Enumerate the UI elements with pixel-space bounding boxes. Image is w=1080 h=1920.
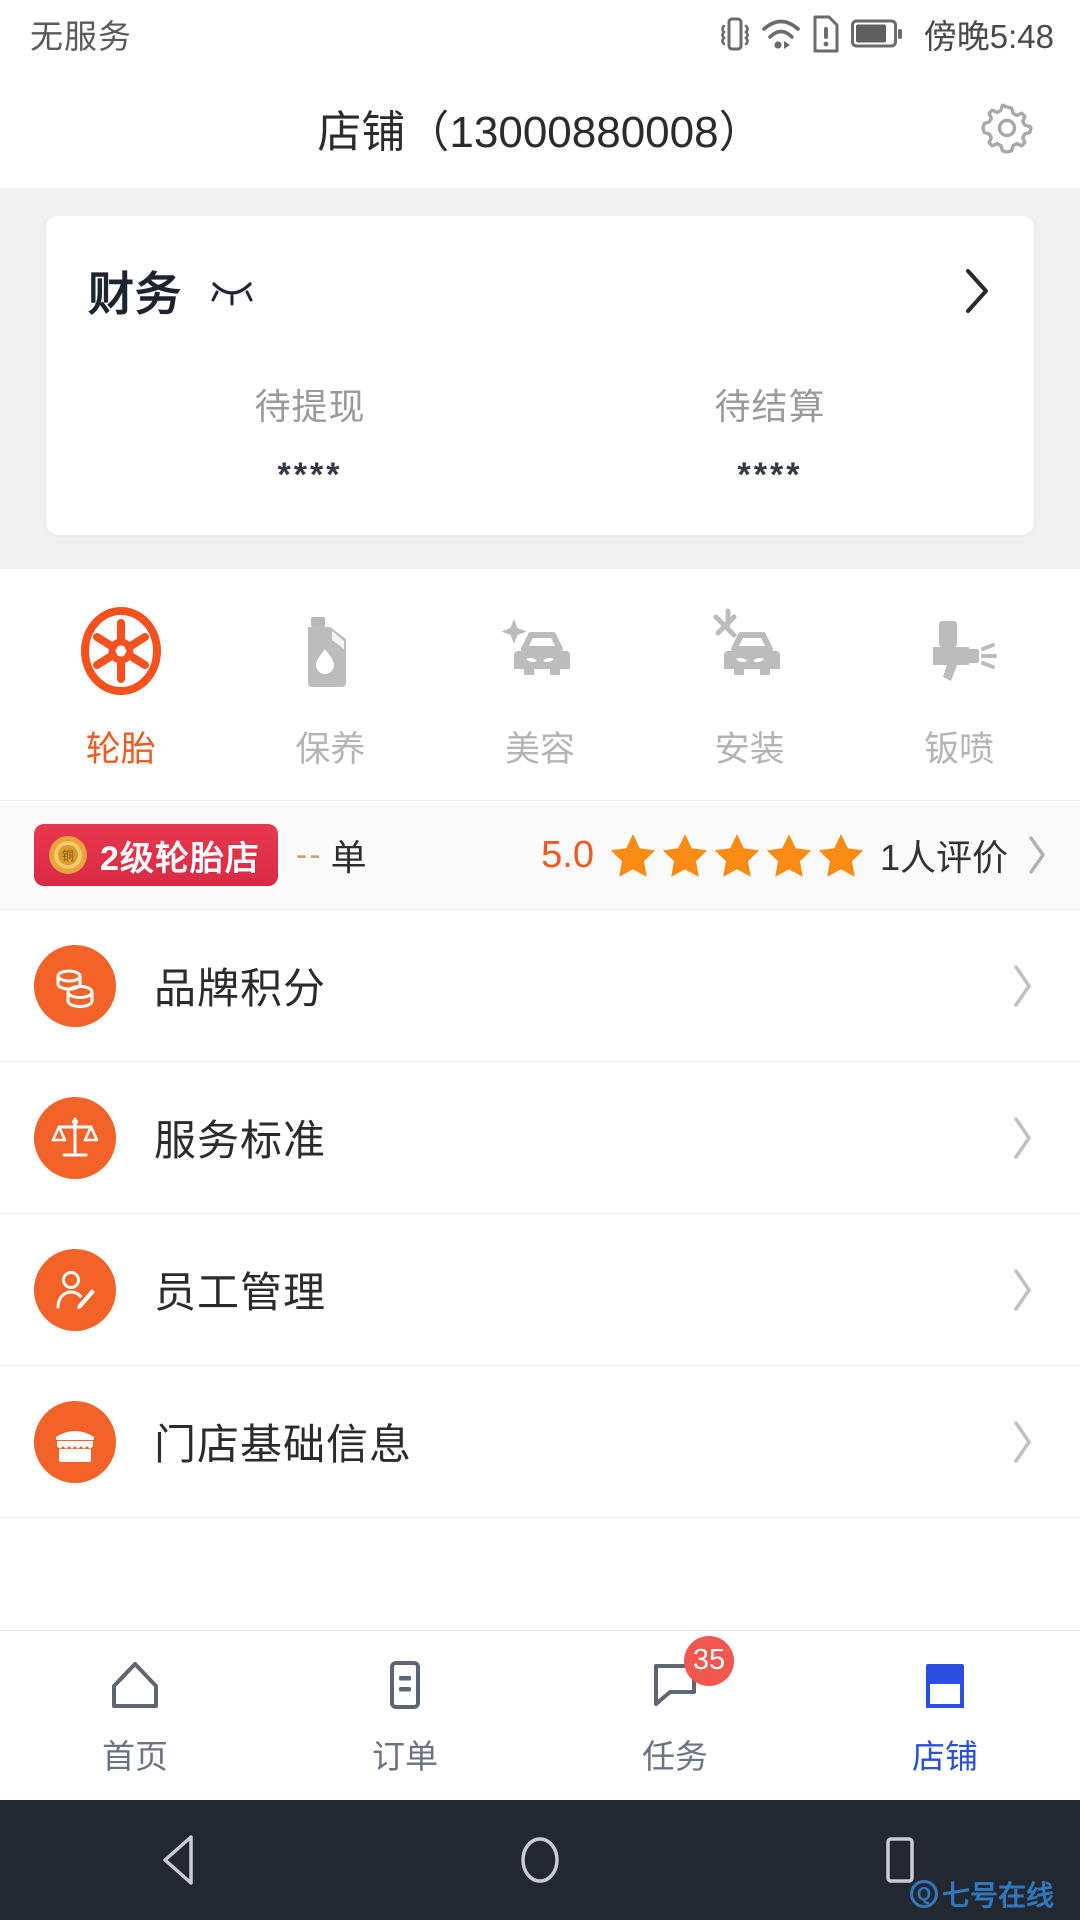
spray-gun-icon — [911, 603, 1007, 699]
chevron-right-icon — [1008, 1114, 1036, 1162]
service-label: 钣喷 — [924, 730, 995, 769]
home-circle-icon[interactable] — [495, 1825, 585, 1895]
menu-list: 品牌积分 服务标准 员工管理 门店基础信息 — [0, 910, 1080, 1630]
service-category-row: 轮胎 保养 美容 安装 钣喷 — [0, 569, 1080, 800]
finance-card[interactable]: 财务 待提现 **** 待结算 **** — [46, 216, 1034, 535]
chevron-right-icon[interactable] — [1024, 833, 1050, 877]
tab-shop[interactable]: 店铺 — [810, 1631, 1080, 1800]
menu-item-store-info[interactable]: 门店基础信息 — [0, 1366, 1080, 1518]
app-screen: 无服务 傍晚5:48 店铺（13000880008） 财务 待提现 **** 待… — [0, 0, 1080, 1920]
menu-item-label: 品牌积分 — [154, 965, 327, 1012]
star-rating — [608, 831, 866, 879]
gear-icon[interactable] — [978, 99, 1036, 157]
order-unit-label: 单 — [330, 837, 367, 878]
tab-tasks[interactable]: 35 任务 — [540, 1631, 810, 1800]
service-category-maintenance[interactable]: 保养 — [226, 603, 436, 772]
battery-icon — [850, 19, 903, 49]
page-title: 店铺（13000880008） — [317, 108, 763, 157]
review-count-label: 1人评价 — [879, 837, 1008, 878]
menu-item-staff-management[interactable]: 员工管理 — [0, 1214, 1080, 1366]
rating-group[interactable]: 5.0 1人评价 — [541, 829, 1050, 881]
page-header: 店铺（13000880008） — [0, 68, 1080, 188]
service-label: 保养 — [295, 730, 366, 769]
home-icon — [104, 1654, 166, 1716]
finance-section: 财务 待提现 **** 待结算 **** — [0, 188, 1080, 569]
android-nav-bar: Q 七号在线 — [0, 1800, 1080, 1920]
tire-wheel-icon — [73, 603, 169, 699]
finance-title: 财务 — [88, 268, 182, 320]
service-category-bodypaint[interactable]: 钣喷 — [854, 603, 1064, 772]
scales-icon — [34, 1096, 116, 1179]
status-badge: 35 — [684, 1635, 734, 1686]
stat-label: 待提现 — [254, 386, 366, 427]
service-label: 美容 — [504, 730, 575, 769]
storefront-icon — [34, 1400, 116, 1483]
stat-value: **** — [277, 456, 343, 494]
vibrate-icon — [720, 15, 750, 53]
back-triangle-icon[interactable] — [135, 1825, 225, 1895]
menu-item-brand-points[interactable]: 品牌积分 — [0, 910, 1080, 1062]
shop-summary-row[interactable]: 铜 2级轮胎店 -- 单 5.0 1人评价 — [0, 800, 1080, 910]
service-label: 安装 — [714, 730, 785, 769]
coins-icon — [34, 944, 116, 1027]
carrier-label: 无服务 — [30, 18, 132, 55]
finance-stats: 待提现 **** 待结算 **** — [80, 378, 1000, 495]
rating-value: 5.0 — [541, 833, 594, 876]
status-icons: 傍晚5:48 — [720, 10, 1054, 58]
chevron-right-icon — [1008, 962, 1036, 1010]
car-sparkle-icon — [492, 603, 588, 699]
tab-home[interactable]: 首页 — [0, 1631, 270, 1800]
tab-orders[interactable]: 订单 — [270, 1631, 540, 1800]
finance-stat-pending-settlement[interactable]: 待结算 **** — [540, 378, 1000, 495]
service-category-tire[interactable]: 轮胎 — [16, 603, 226, 772]
svg-text:铜: 铜 — [62, 848, 74, 863]
wifi-icon — [761, 17, 801, 51]
bottom-tab-bar: 首页 订单 35 任务 店铺 — [0, 1630, 1080, 1800]
watermark: Q 七号在线 — [909, 1874, 1054, 1914]
bronze-medal-icon: 铜 — [46, 833, 90, 877]
status-badge: 铜 2级轮胎店 — [34, 824, 278, 886]
order-list-icon — [374, 1654, 436, 1716]
clock-label: 傍晚5:48 — [923, 18, 1054, 55]
finance-card-header: 财务 — [80, 258, 1000, 324]
tab-label: 店铺 — [912, 1737, 978, 1775]
order-count: -- — [295, 835, 323, 874]
service-category-installation[interactable]: 安装 — [645, 603, 855, 772]
service-label: 轮胎 — [85, 730, 156, 769]
menu-item-label: 员工管理 — [154, 1269, 327, 1316]
watermark-text: 七号在线 — [941, 1880, 1054, 1911]
status-bar: 无服务 傍晚5:48 — [0, 0, 1080, 68]
service-category-beauty[interactable]: 美容 — [435, 603, 645, 772]
shop-icon — [914, 1654, 976, 1716]
stat-label: 待结算 — [714, 386, 826, 427]
menu-item-label: 门店基础信息 — [154, 1421, 413, 1468]
car-wrench-icon — [702, 603, 798, 699]
sim-alert-icon — [812, 15, 840, 53]
chevron-right-icon — [1008, 1266, 1036, 1314]
eye-closed-icon[interactable] — [208, 276, 256, 306]
menu-item-service-standards[interactable]: 服务标准 — [0, 1062, 1080, 1214]
watermark-logo-icon: Q — [909, 1880, 938, 1908]
menu-item-label: 服务标准 — [154, 1117, 327, 1164]
oil-can-icon — [282, 603, 378, 699]
chevron-right-icon — [1008, 1418, 1036, 1466]
staff-icon — [34, 1248, 116, 1331]
level-badge-label: 2级轮胎店 — [100, 839, 260, 878]
stat-value: **** — [737, 456, 803, 494]
tab-label: 首页 — [102, 1737, 168, 1775]
tab-label: 订单 — [372, 1737, 438, 1775]
chevron-right-icon[interactable] — [960, 265, 994, 317]
task-chat-icon: 35 — [644, 1635, 734, 1716]
tab-label: 任务 — [642, 1737, 708, 1775]
finance-stat-pending-withdraw[interactable]: 待提现 **** — [80, 378, 540, 495]
